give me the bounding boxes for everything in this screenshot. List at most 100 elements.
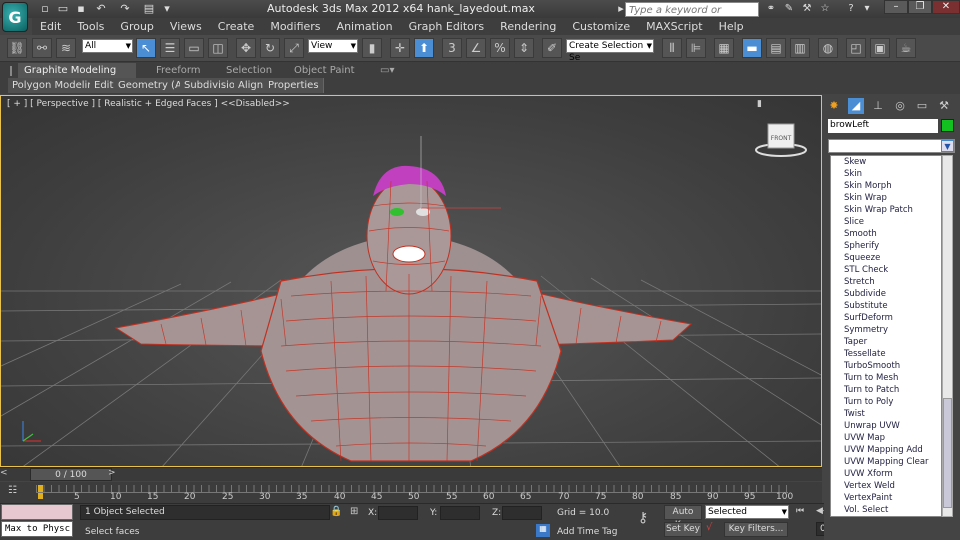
time-slider-thumb[interactable]: 0 / 100: [30, 468, 112, 481]
modifier-item[interactable]: Vertex Weld: [831, 480, 941, 492]
pivot-center-icon[interactable]: ▮: [362, 38, 382, 58]
y-coord-field[interactable]: [440, 506, 480, 520]
quick-access-dropdown-icon[interactable]: ▾: [160, 2, 174, 16]
menu-edit[interactable]: Edit: [32, 18, 69, 35]
modifier-item[interactable]: STL Check: [831, 264, 941, 276]
object-color-swatch[interactable]: [941, 119, 954, 132]
goto-start-icon[interactable]: ⏮: [796, 506, 804, 516]
key-mode-icon[interactable]: √: [706, 522, 720, 536]
rotate-icon[interactable]: ↻: [260, 38, 280, 58]
bind-space-warp-icon[interactable]: ≋: [56, 38, 76, 58]
tab-selection[interactable]: Selection: [220, 63, 278, 78]
angle-snap-icon[interactable]: ∠: [466, 38, 486, 58]
search-input[interactable]: Type a keyword or phrase: [625, 2, 759, 31]
modifier-item[interactable]: Skin Wrap: [831, 192, 941, 204]
close-button[interactable]: ✕: [932, 0, 960, 14]
modifier-item[interactable]: Spherify: [831, 240, 941, 252]
maxscript-listener-output[interactable]: [1, 504, 73, 520]
modify-tab-icon[interactable]: ◢: [848, 98, 864, 114]
new-file-icon[interactable]: ▫: [38, 2, 52, 16]
rectangular-selection-icon[interactable]: ▭: [184, 38, 204, 58]
set-key-mode-icon[interactable]: ⚷: [638, 510, 658, 530]
app-logo-button[interactable]: G: [2, 2, 28, 32]
modifier-item[interactable]: Taper: [831, 336, 941, 348]
redo-icon[interactable]: ↷: [118, 2, 132, 16]
modifier-item[interactable]: Turn to Patch: [831, 384, 941, 396]
scale-icon[interactable]: ⤢: [284, 38, 304, 58]
modifier-list-scroll-thumb[interactable]: [943, 398, 952, 508]
save-file-icon[interactable]: ▪: [74, 2, 88, 16]
motion-tab-icon[interactable]: ◎: [892, 98, 908, 114]
help-dropdown-icon[interactable]: ▾: [860, 2, 874, 16]
material-editor-icon[interactable]: ◍: [818, 38, 838, 58]
modifier-item[interactable]: Unwrap UVW: [831, 420, 941, 432]
modifier-item[interactable]: UVW Mapping Clear: [831, 456, 941, 468]
time-slider-prev-icon[interactable]: <: [0, 468, 10, 481]
render-production-icon[interactable]: ☕: [896, 38, 916, 58]
add-time-tag[interactable]: Add Time Tag: [557, 527, 617, 537]
menu-customize[interactable]: Customize: [564, 18, 638, 35]
maxscript-listener-input[interactable]: Max to Physc: [1, 521, 73, 537]
spinner-snap-icon[interactable]: ⇕: [514, 38, 534, 58]
ribbon-options-icon[interactable]: ▭▾: [374, 63, 400, 78]
menu-create[interactable]: Create: [210, 18, 263, 35]
tab-object-paint[interactable]: Object Paint: [288, 63, 361, 78]
schematic-view-icon[interactable]: ▥: [790, 38, 810, 58]
select-and-link-icon[interactable]: ⛓: [7, 38, 27, 58]
viewport-label[interactable]: [ + ] [ Perspective ] [ Realistic + Edge…: [7, 99, 290, 109]
graphite-toggle-icon[interactable]: ▬: [742, 38, 762, 58]
window-crossing-icon[interactable]: ◫: [208, 38, 228, 58]
utilities-tab-icon[interactable]: ⚒: [936, 98, 952, 114]
menu-animation[interactable]: Animation: [329, 18, 401, 35]
curve-editor-icon[interactable]: ▤: [766, 38, 786, 58]
auto-key-button[interactable]: Auto Key: [664, 505, 702, 530]
z-coord-field[interactable]: [502, 506, 542, 520]
modifier-item[interactable]: Smooth: [831, 228, 941, 240]
menu-graph-editors[interactable]: Graph Editors: [401, 18, 493, 35]
minimize-button[interactable]: –: [884, 0, 908, 14]
help-icon[interactable]: ?: [844, 2, 858, 16]
keyboard-shortcut-override-icon[interactable]: ⬆: [414, 38, 434, 58]
menu-group[interactable]: Group: [112, 18, 162, 35]
selection-filter-dropdown[interactable]: All: [82, 39, 133, 53]
communication-center-icon[interactable]: ⚒: [800, 2, 814, 16]
unlink-icon[interactable]: ⚯: [32, 38, 52, 58]
open-file-icon[interactable]: ▭: [56, 2, 70, 16]
create-tab-icon[interactable]: ✸: [826, 98, 842, 114]
object-name-field[interactable]: browLeft: [828, 119, 938, 133]
modifier-item[interactable]: Slice: [831, 216, 941, 228]
tab-graphite-modeling-tools[interactable]: Graphite Modeling Tools: [18, 63, 136, 91]
modifier-item[interactable]: SurfDeform: [831, 312, 941, 324]
modifier-item[interactable]: Tessellate: [831, 348, 941, 360]
rendered-frame-icon[interactable]: ▣: [870, 38, 890, 58]
modifier-list-dropdown[interactable]: [828, 139, 955, 153]
modifier-list[interactable]: Skew Skin Skin Morph Skin Wrap Skin Wrap…: [830, 155, 942, 517]
modifier-item[interactable]: Vol. Select: [831, 504, 941, 516]
modifier-item[interactable]: Stretch: [831, 276, 941, 288]
menu-modifiers[interactable]: Modifiers: [262, 18, 328, 35]
modifier-item[interactable]: UVW Mapping Add: [831, 444, 941, 456]
undo-icon[interactable]: ↶: [94, 2, 108, 16]
menu-views[interactable]: Views: [162, 18, 210, 35]
modifier-item[interactable]: Turn to Poly: [831, 396, 941, 408]
project-folder-icon[interactable]: ▤: [142, 2, 156, 16]
move-icon[interactable]: ✥: [236, 38, 256, 58]
absolute-mode-icon[interactable]: ⊞: [350, 506, 362, 518]
modifier-item[interactable]: Skew: [831, 156, 941, 168]
select-manipulate-icon[interactable]: ✛: [390, 38, 410, 58]
time-slider[interactable]: < 0 / 100 >: [0, 467, 822, 481]
modifier-item[interactable]: Turn to Mesh: [831, 372, 941, 384]
key-filter-dropdown[interactable]: Selected: [705, 505, 789, 519]
time-tag-icon[interactable]: ▦: [536, 524, 550, 537]
mini-curve-editor-icon[interactable]: ☷: [8, 485, 22, 497]
binoculars-icon[interactable]: ⚭: [764, 2, 778, 16]
key-filters-button[interactable]: Key Filters...: [724, 522, 788, 537]
modifier-item[interactable]: Skin Wrap Patch: [831, 204, 941, 216]
modifier-item[interactable]: Substitute: [831, 300, 941, 312]
percent-snap-icon[interactable]: %: [490, 38, 510, 58]
x-coord-field[interactable]: [378, 506, 418, 520]
viewcube[interactable]: FRONT: [754, 118, 808, 158]
modifier-list-dropdown-arrow-icon[interactable]: ▼: [941, 140, 954, 152]
trackbar[interactable]: ☷ 5 10 15 20 25 30 35 40 45 50 55 60 65 …: [0, 482, 822, 503]
edit-named-selection-icon[interactable]: ✐: [542, 38, 562, 58]
